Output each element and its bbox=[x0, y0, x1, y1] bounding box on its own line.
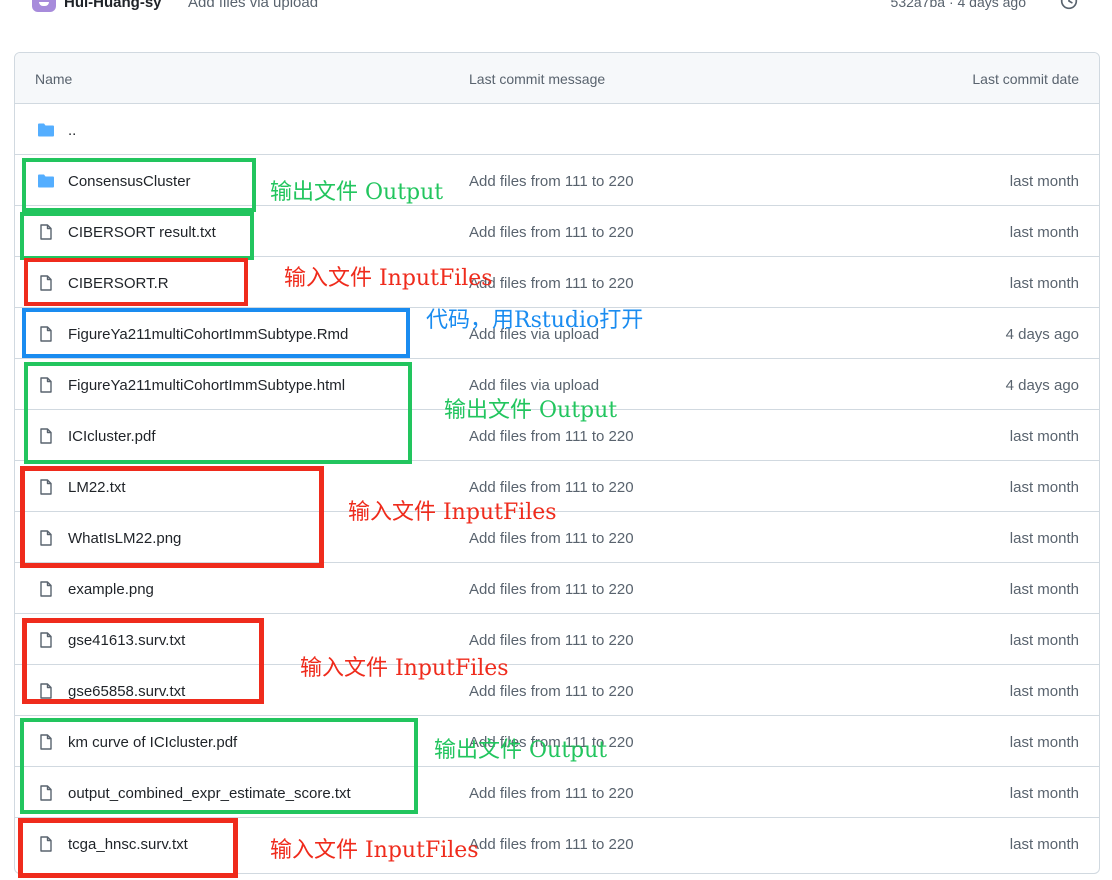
table-row[interactable]: output_combined_expr_estimate_score.txt A… bbox=[15, 767, 1099, 818]
commit-message-link[interactable]: Add files from 111 to 220 bbox=[469, 173, 634, 190]
commit-message-link[interactable]: Add files from 111 to 220 bbox=[469, 479, 634, 496]
commit-date: last month bbox=[1009, 836, 1079, 853]
file-icon bbox=[40, 683, 52, 699]
input-note: 输入文件 InputFiles bbox=[270, 838, 479, 863]
file-name-link[interactable]: gse41613.surv.txt bbox=[68, 632, 185, 649]
commit-date: last month bbox=[1009, 428, 1079, 445]
commit-date: last month bbox=[1009, 734, 1079, 751]
parent-dir-link[interactable]: .. bbox=[68, 122, 76, 139]
file-icon bbox=[40, 785, 52, 801]
folder-icon bbox=[38, 123, 54, 137]
table-header: Name Last commit message Last commit dat… bbox=[15, 53, 1099, 104]
commit-message-link[interactable]: Add files from 111 to 220 bbox=[469, 275, 634, 292]
table-row[interactable]: tcga_hnsc.surv.txt Add files from 111 to … bbox=[15, 818, 1099, 869]
commit-message-link[interactable]: Add files from 111 to 220 bbox=[469, 428, 634, 445]
table-row[interactable]: gse65858.surv.txt Add files from 111 to 2… bbox=[15, 665, 1099, 716]
file-icon bbox=[40, 479, 52, 495]
file-name-link[interactable]: tcga_hnsc.surv.txt bbox=[68, 836, 188, 853]
commit-date: last month bbox=[1009, 224, 1079, 241]
table-row[interactable]: gse41613.surv.txt Add files from 111 to 2… bbox=[15, 614, 1099, 665]
commit-message-link[interactable]: Add files from 111 to 220 bbox=[469, 530, 634, 547]
commit-message[interactable]: Add files via upload bbox=[188, 0, 318, 11]
file-name-link[interactable]: ConsensusCluster bbox=[68, 173, 191, 190]
input-note: 输入文件 InputFiles bbox=[284, 266, 493, 291]
output-note: 输出文件 Output bbox=[270, 180, 444, 205]
file-icon bbox=[40, 734, 52, 750]
table-row[interactable]: example.png Add files from 111 to 220 last… bbox=[15, 563, 1099, 614]
table-row-parent[interactable]: .. bbox=[15, 104, 1099, 155]
table-row[interactable]: ConsensusCluster Add files from 111 to 22… bbox=[15, 155, 1099, 206]
history-icon[interactable] bbox=[1060, 0, 1078, 10]
output-note: 输出文件 Output bbox=[444, 398, 618, 423]
commit-date: last month bbox=[1009, 479, 1079, 496]
commit-message-link[interactable]: Add files from 111 to 220 bbox=[469, 581, 634, 598]
file-icon bbox=[40, 530, 52, 546]
table-row[interactable]: WhatIsLM22.png Add files from 111 to 220 l… bbox=[15, 512, 1099, 563]
file-name-link[interactable]: output_combined_expr_estimate_score.txt bbox=[68, 785, 351, 802]
file-icon bbox=[40, 581, 52, 597]
file-name-link[interactable]: CIBERSORT.R bbox=[68, 275, 169, 292]
table-row[interactable]: LM22.txt Add files from 111 to 220 last mo… bbox=[15, 461, 1099, 512]
author-avatar[interactable] bbox=[32, 0, 56, 12]
commit-date: last month bbox=[1009, 632, 1079, 649]
commit-date: last month bbox=[1009, 683, 1079, 700]
input-note: 输入文件 InputFiles bbox=[348, 500, 557, 525]
file-icon bbox=[40, 275, 52, 291]
file-icon bbox=[40, 377, 52, 393]
commit-date: last month bbox=[1009, 581, 1079, 598]
file-name-link[interactable]: WhatIsLM22.png bbox=[68, 530, 181, 547]
file-icon bbox=[40, 836, 52, 852]
commit-meta[interactable]: 532a7ba · 4 days ago bbox=[891, 0, 1026, 10]
file-name-link[interactable]: CIBERSORT result.txt bbox=[68, 224, 216, 241]
file-name-link[interactable]: LM22.txt bbox=[68, 479, 126, 496]
commit-message-link[interactable]: Add files from 111 to 220 bbox=[469, 785, 634, 802]
column-header-date: Last commit date bbox=[972, 71, 1079, 87]
file-name-link[interactable]: km curve of ICIcluster.pdf bbox=[68, 734, 237, 751]
table-row[interactable]: CIBERSORT.R Add files from 111 to 220 last… bbox=[15, 257, 1099, 308]
commit-date: last month bbox=[1009, 275, 1079, 292]
commit-message-link[interactable]: Add files from 111 to 220 bbox=[469, 224, 634, 241]
commit-date: last month bbox=[1009, 530, 1079, 547]
commit-author[interactable]: Hui-Huang-sy bbox=[64, 0, 162, 11]
latest-commit-bar: Hui-Huang-sy Add files via upload 532a7b… bbox=[0, 0, 1112, 22]
commit-date: 4 days ago bbox=[1005, 326, 1079, 343]
commit-message-link[interactable]: Add files from 111 to 220 bbox=[469, 632, 634, 649]
code-note: 代码，用Rstudio打开 bbox=[426, 308, 644, 333]
file-name-link[interactable]: gse65858.surv.txt bbox=[68, 683, 185, 700]
column-header-name: Name bbox=[35, 71, 73, 87]
commit-date: 4 days ago bbox=[1005, 377, 1079, 394]
file-icon bbox=[40, 428, 52, 444]
folder-icon bbox=[38, 174, 54, 188]
commit-message-link[interactable]: Add files from 111 to 220 bbox=[469, 683, 634, 700]
commit-date: last month bbox=[1009, 785, 1079, 802]
column-header-message: Last commit message bbox=[469, 71, 606, 87]
file-name-link[interactable]: ICIcluster.pdf bbox=[68, 428, 156, 445]
commit-message-link[interactable]: Add files via upload bbox=[469, 377, 599, 394]
output-note: 输出文件 Output bbox=[434, 738, 608, 763]
commit-message-link[interactable]: Add files from 111 to 220 bbox=[469, 836, 634, 853]
file-icon bbox=[40, 326, 52, 342]
table-row[interactable]: CIBERSORT result.txt Add files from 111 t… bbox=[15, 206, 1099, 257]
input-note: 输入文件 InputFiles bbox=[300, 656, 509, 681]
commit-date: last month bbox=[1009, 173, 1079, 190]
file-name-link[interactable]: FigureYa211multiCohortImmSubtype.html bbox=[68, 377, 345, 394]
file-icon bbox=[40, 632, 52, 648]
file-name-link[interactable]: example.png bbox=[68, 581, 154, 598]
file-name-link[interactable]: FigureYa211multiCohortImmSubtype.Rmd bbox=[68, 326, 348, 343]
file-icon bbox=[40, 224, 52, 240]
